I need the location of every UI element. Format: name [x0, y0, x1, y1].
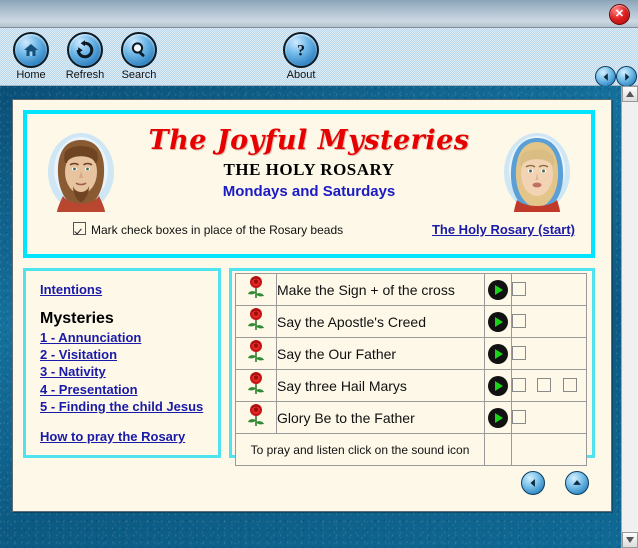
home-icon — [13, 32, 49, 68]
sound-icon-note: To pray and listen click on the sound ic… — [235, 433, 485, 466]
rose-icon — [235, 273, 277, 306]
bead-checkbox-cell[interactable] — [511, 305, 587, 338]
forward-arrow-icon — [624, 72, 629, 81]
prayer-label: Make the Sign + of the cross — [276, 273, 485, 306]
play-sound-button[interactable] — [484, 337, 512, 370]
table-row: Say the Our Father — [235, 337, 587, 370]
jesus-portrait — [45, 130, 117, 212]
empty-cell — [511, 433, 587, 466]
mystery-link-5[interactable]: 5 - Finding the child Jesus — [40, 398, 218, 415]
mystery-link-3[interactable]: 3 - Nativity — [40, 363, 218, 380]
mary-portrait — [501, 130, 573, 212]
play-sound-icon[interactable] — [488, 311, 508, 332]
svg-text:?: ? — [297, 43, 305, 60]
scroll-down-arrow-icon[interactable] — [622, 532, 638, 548]
bead-checkbox-cell[interactable] — [511, 369, 587, 402]
document-sheet: The Joyful Mysteries THE HOLY ROSARY Mon… — [12, 99, 612, 512]
toolbar-button-about-label: About — [286, 69, 316, 81]
toolbar-button-search-label: Search — [121, 69, 157, 81]
refresh-icon — [67, 32, 103, 68]
table-row: To pray and listen click on the sound ic… — [235, 433, 587, 466]
bead-checkbox-cell[interactable] — [511, 273, 587, 306]
vertical-scrollbar[interactable] — [621, 86, 638, 548]
toolbar-button-refresh[interactable]: Refresh — [56, 32, 114, 81]
mystery-link-1[interactable]: 1 - Annunciation — [40, 329, 218, 346]
bead-checkbox[interactable] — [562, 378, 577, 393]
page-title: The Joyful Mysteries — [148, 125, 470, 156]
table-row: Say three Hail Marys — [235, 369, 587, 402]
bead-checkbox-cell[interactable] — [511, 337, 587, 370]
mystery-link-2[interactable]: 2 - Visitation — [40, 346, 218, 363]
banner-titles: The Joyful Mysteries THE HOLY ROSARY Mon… — [137, 126, 481, 200]
play-sound-button[interactable] — [484, 305, 512, 338]
prayers-panel: Make the Sign + of the cross Say the Apo… — [229, 268, 595, 466]
rose-icon — [235, 401, 277, 434]
toolbar-button-refresh-label: Refresh — [65, 69, 105, 81]
rose-icon — [235, 369, 277, 402]
prayer-label: Say the Apostle's Creed — [276, 305, 485, 338]
bead-checkbox[interactable] — [512, 378, 526, 393]
table-row: Say the Apostle's Creed — [235, 305, 587, 338]
play-sound-icon[interactable] — [488, 343, 508, 364]
toolbar-button-search[interactable]: Search — [110, 32, 168, 81]
rose-icon — [235, 337, 277, 370]
back-arrow-icon — [530, 479, 535, 487]
sheet-back-button[interactable] — [520, 471, 545, 495]
table-row: Glory Be to the Father — [235, 401, 587, 434]
prayer-label: Say the Our Father — [276, 337, 485, 370]
banner-footer: Mark check boxes in place of the Rosary … — [27, 222, 591, 240]
page-days: Mondays and Saturdays — [222, 182, 396, 200]
bead-checkbox[interactable] — [512, 314, 526, 329]
close-icon[interactable]: ✕ — [609, 4, 630, 25]
bead-checkbox-cell[interactable] — [511, 401, 587, 434]
page-subtitle: THE HOLY ROSARY — [223, 159, 395, 179]
up-arrow-icon — [573, 480, 581, 485]
prayers-table: Make the Sign + of the cross Say the Apo… — [235, 273, 587, 466]
table-row: Make the Sign + of the cross — [235, 273, 587, 306]
holy-rosary-start-link[interactable]: The Holy Rosary (start) — [432, 222, 575, 237]
mystery-link-4[interactable]: 4 - Presentation — [40, 381, 218, 398]
search-icon — [121, 32, 157, 68]
mark-checkboxes-option[interactable]: Mark check boxes in place of the Rosary … — [73, 222, 343, 237]
window-title-bar: ✕ — [0, 0, 638, 28]
header-banner: The Joyful Mysteries THE HOLY ROSARY Mon… — [23, 110, 595, 258]
toolbar-nav-forward-button[interactable] — [616, 66, 637, 87]
bead-checkbox[interactable] — [537, 378, 552, 393]
prayer-label: Say three Hail Marys — [276, 369, 485, 402]
play-sound-icon[interactable] — [488, 407, 508, 428]
mysteries-heading: Mysteries — [40, 310, 114, 328]
intentions-link[interactable]: Intentions — [40, 281, 218, 298]
play-sound-button[interactable] — [484, 401, 512, 434]
rose-icon — [235, 305, 277, 338]
back-arrow-icon — [603, 72, 608, 81]
toolbar-button-home-label: Home — [16, 69, 46, 81]
toolbar-button-about[interactable]: ? About — [272, 32, 330, 81]
toolbar-button-home[interactable]: Home — [2, 32, 60, 81]
mark-checkboxes-checkbox[interactable] — [73, 222, 86, 235]
bead-checkbox[interactable] — [512, 346, 526, 361]
bead-checkbox[interactable] — [512, 282, 526, 297]
how-to-pray-link[interactable]: How to pray the Rosary — [40, 428, 218, 445]
application-window: ✕ Home Refresh Search ? About The Joyful… — [0, 0, 638, 548]
empty-cell — [484, 433, 512, 466]
toolbar: Home Refresh Search ? About — [0, 28, 638, 87]
prayer-label: Glory Be to the Father — [276, 401, 485, 434]
mysteries-panel: Intentions Mysteries 1 - Annunciation 2 … — [23, 268, 221, 458]
play-sound-icon[interactable] — [488, 375, 508, 396]
sheet-navigation — [505, 471, 589, 495]
sheet-up-button[interactable] — [565, 471, 589, 495]
play-sound-button[interactable] — [484, 273, 512, 306]
question-icon: ? — [283, 32, 319, 68]
bead-checkbox[interactable] — [512, 410, 526, 425]
play-sound-icon[interactable] — [488, 279, 508, 300]
mark-checkboxes-label: Mark check boxes in place of the Rosary … — [91, 223, 344, 237]
play-sound-button[interactable] — [484, 369, 512, 402]
toolbar-nav-back-button[interactable] — [595, 66, 616, 87]
scroll-up-arrow-icon[interactable] — [622, 86, 638, 102]
